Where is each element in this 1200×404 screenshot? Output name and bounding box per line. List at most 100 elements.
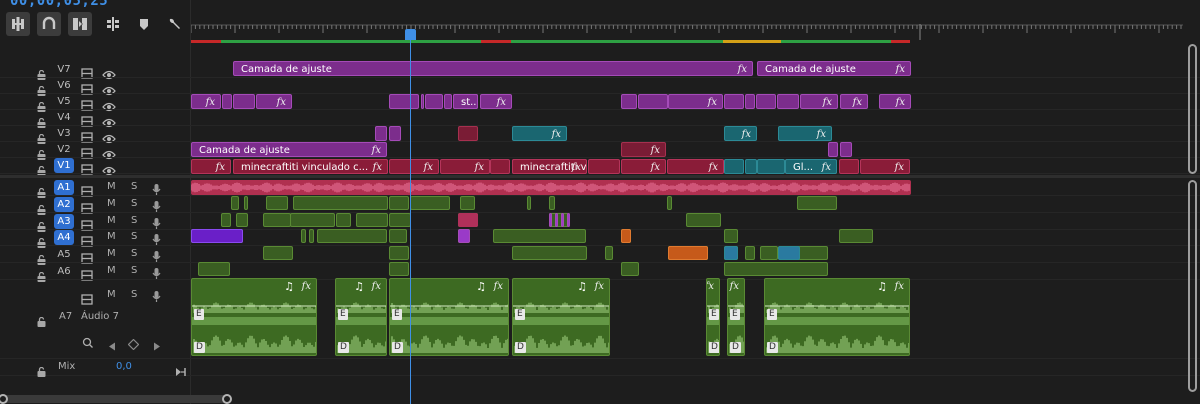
audio-clip[interactable] [527,196,531,210]
video-clip[interactable]: fx [778,126,832,141]
video-clip[interactable]: fx [668,94,723,109]
audio-clip[interactable] [410,196,450,210]
audio-clip[interactable] [356,213,388,227]
track-target-v6[interactable]: V6 [54,78,74,93]
audio-clip[interactable] [263,246,293,260]
audio-clip[interactable] [336,213,351,227]
next-keyframe-icon[interactable] [153,336,161,355]
mute-button[interactable]: M [107,198,116,209]
mix-value[interactable]: 0,0 [116,361,132,372]
video-clip[interactable] [421,94,424,109]
adjustment-layer-clip[interactable]: Camada de ajuste fx [191,142,387,157]
audio-clip[interactable] [266,196,288,210]
add-keyframe-icon[interactable] [127,335,140,354]
audio-clip[interactable] [290,213,335,227]
audio-clip[interactable] [760,246,778,260]
video-clip[interactable]: fx [840,94,868,109]
solo-button[interactable]: S [131,198,137,209]
video-clip[interactable]: minecraftiti vinculado c... fx [233,159,388,174]
audio-clip[interactable] [839,229,873,243]
solo-button[interactable]: S [131,181,137,192]
audio-clip[interactable] [293,196,388,210]
audio-clip[interactable]: fx ♫ E D [764,278,910,356]
track-target-v1[interactable]: V1 [54,158,74,173]
audio-clip[interactable] [549,196,555,210]
playhead-timecode[interactable]: 00;00;05;25 [10,0,108,9]
track-target-a1[interactable]: A1 [54,180,74,195]
video-clip[interactable] [233,94,255,109]
video-clip[interactable]: fx [667,159,724,174]
audio-clip[interactable] [724,262,828,276]
audio-clip[interactable] [460,196,475,210]
track-target-v3[interactable]: V3 [54,126,74,141]
solo-button[interactable]: S [131,248,137,259]
video-clip[interactable]: fx [621,159,666,174]
solo-button[interactable]: S [131,231,137,242]
audio-clip[interactable] [797,196,837,210]
audio-clip[interactable] [549,213,569,227]
mute-button[interactable]: M [107,248,116,259]
audio-clip[interactable]: fx E D [706,278,720,356]
video-clip[interactable] [389,94,419,109]
a7-mic-icon[interactable] [152,288,161,307]
video-clip[interactable] [222,94,232,109]
audio-clip[interactable] [317,229,387,243]
video-clip[interactable] [588,159,620,174]
audio-clip[interactable] [458,213,478,227]
audio-clip[interactable] [191,180,911,195]
video-clip[interactable]: fx [440,159,490,174]
audio-clip[interactable] [605,246,613,260]
audio-clip[interactable]: fx ♫ E D [335,278,387,356]
audio-clip[interactable] [549,213,552,227]
video-clip[interactable] [621,94,637,109]
video-clip[interactable] [756,94,776,109]
wrench-button[interactable] [163,12,187,36]
audio-clip[interactable]: fx ♫ E D [191,278,317,356]
snap-button[interactable] [37,12,61,36]
track-target-a2[interactable]: A2 [54,196,74,212]
zoom-handle-right[interactable] [222,394,232,404]
mute-button[interactable]: M [107,265,116,276]
video-clip[interactable]: fx [621,142,666,157]
audio-clip[interactable] [263,213,291,227]
mute-button[interactable]: M [107,231,116,242]
a7-track-name[interactable]: Áudio 7 [81,311,119,322]
solo-button[interactable]: S [131,265,137,276]
audio-clip[interactable] [389,229,407,243]
track-target-v5[interactable]: V5 [54,94,74,109]
playhead-handle[interactable] [405,29,416,40]
adjustment-layer-clip[interactable]: Camada de ajuste fx [233,61,753,76]
video-clip[interactable] [425,94,443,109]
adjustment-layer-clip[interactable]: Camada de ajuste fx [757,61,911,76]
insert-sequence-button[interactable] [6,12,30,36]
video-clip[interactable]: st... [453,94,478,109]
add-marker-button[interactable] [101,12,125,36]
audio-clip[interactable] [667,196,672,210]
prev-keyframe-icon[interactable] [108,336,116,355]
mute-button[interactable]: M [107,215,116,226]
audio-clip[interactable] [231,196,239,210]
video-clip[interactable] [724,159,744,174]
video-clip[interactable] [458,126,478,141]
audio-clip[interactable] [389,262,409,276]
track-target-v2[interactable]: V2 [54,142,74,157]
track-target-v4[interactable]: V4 [54,110,74,125]
video-clip[interactable]: fx [724,126,757,141]
audio-clip[interactable] [778,246,800,260]
audio-clip[interactable] [389,246,409,260]
audio-clip[interactable]: fx ♫ E D [389,278,509,356]
video-clip[interactable] [839,159,859,174]
video-clip[interactable] [490,159,510,174]
solo-button[interactable]: S [131,215,137,226]
video-clip[interactable]: fx [800,94,838,109]
video-clip[interactable] [777,94,799,109]
audio-clip[interactable] [236,213,248,227]
audio-tracks-scrollbar[interactable] [1188,180,1197,392]
track-target-a5[interactable]: A5 [54,247,74,262]
video-clip[interactable]: fx [191,94,221,109]
mix-lock-icon[interactable] [37,362,46,381]
transition-clip[interactable] [375,126,387,141]
video-clip[interactable]: fx [860,159,910,174]
audio-clip[interactable] [621,229,631,243]
video-tracks-scrollbar[interactable] [1188,44,1197,174]
